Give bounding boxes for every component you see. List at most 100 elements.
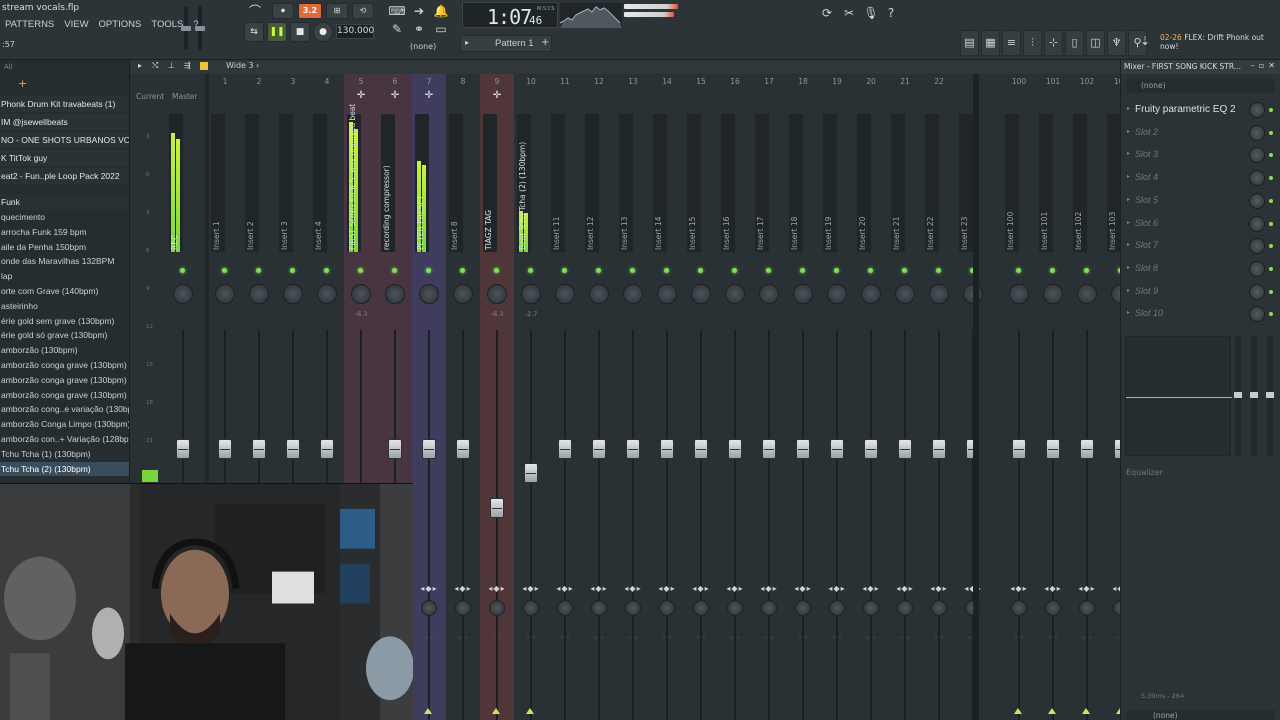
menu-patterns[interactable]: PATTERNS: [0, 17, 59, 33]
browser-file[interactable]: amborzão cong..e variação (130bpm): [0, 402, 129, 417]
browser-folder[interactable]: K TitTok guy: [0, 150, 129, 166]
song-time-display[interactable]: 1:07 M:S:CS 46: [462, 2, 558, 29]
strip-name[interactable]: Beat Tchu Tcha (2) (130bpm): [518, 110, 527, 250]
menu-options[interactable]: OPTIONS: [94, 17, 147, 33]
mixer-strip[interactable]: 103 Insert 103 ◂◆▸ ◦ ◦: [1104, 74, 1120, 720]
strip-enable-led[interactable]: [460, 268, 465, 273]
send-arrow-icon[interactable]: [424, 708, 432, 714]
browser-filter[interactable]: All: [0, 60, 129, 74]
browser-folder[interactable]: eat2 - Fun..ple Loop Pack 2022: [0, 168, 129, 184]
mixer-menu-arrow-icon[interactable]: ▸: [138, 61, 142, 70]
send-arrow-icon[interactable]: [1048, 708, 1056, 714]
effect-slot[interactable]: ▸ Slot 6: [1125, 214, 1277, 234]
strip-stereo-knob[interactable]: [317, 284, 337, 304]
route-dots[interactable]: ◦ ◦: [412, 634, 446, 642]
route-dots[interactable]: ◦ ◦: [1104, 634, 1120, 642]
volume-fader[interactable]: [1012, 439, 1026, 460]
route-dots[interactable]: ◦ ◦: [1002, 634, 1036, 642]
volume-fader[interactable]: [1080, 439, 1094, 460]
strip-name[interactable]: Insert 17: [756, 110, 765, 250]
volume-fader[interactable]: [422, 439, 436, 460]
strip-stereo-knob[interactable]: [173, 284, 193, 304]
strip-name[interactable]: REC: [170, 110, 179, 250]
swap-arrows-icon[interactable]: ◂◆▸: [755, 584, 783, 593]
browser-file[interactable]: amborzão (130bpm): [0, 343, 129, 358]
effect-slot[interactable]: ▸ Slot 3: [1125, 145, 1277, 165]
eq-band-mid[interactable]: [1250, 336, 1258, 456]
mixer-strip[interactable]: 14 Insert 14 ◂◆▸ ◦ ◦: [650, 74, 684, 720]
swap-arrows-icon[interactable]: ◂◆▸: [789, 584, 817, 593]
strip-name[interactable]: Insert 13: [620, 110, 629, 250]
swap-arrows-icon[interactable]: ◂◆▸: [619, 584, 647, 593]
strip-stereo-knob[interactable]: [691, 284, 711, 304]
strip-name[interactable]: Insert 20: [858, 110, 867, 250]
effect-slot[interactable]: ▸ Slot 8: [1125, 259, 1277, 279]
slot-mix-knob[interactable]: [1249, 215, 1265, 232]
pan-knob[interactable]: [1113, 600, 1120, 616]
swap-arrows-icon[interactable]: ◂◆▸: [1039, 584, 1067, 593]
browser-add-icon[interactable]: +: [18, 77, 27, 90]
pattern-selector[interactable]: ▸ Pattern 1 +: [460, 35, 552, 52]
slot-enable-led[interactable]: [1269, 153, 1273, 158]
help-icon[interactable]: ?: [882, 4, 900, 22]
strip-name[interactable]: recording compressor): [382, 110, 391, 250]
volume-fader[interactable]: [626, 439, 640, 460]
browser-file[interactable]: onde das Maravilhas 132BPM: [0, 254, 129, 269]
pan-knob[interactable]: [455, 600, 471, 616]
effect-slot[interactable]: ▸ Slot 10: [1125, 304, 1277, 324]
volume-fader[interactable]: [320, 439, 334, 460]
strip-stereo-knob[interactable]: [759, 284, 779, 304]
route-dots[interactable]: ◦ ◦: [616, 634, 650, 642]
metronome-icon[interactable]: ⌒: [246, 2, 264, 20]
strip-stereo-knob[interactable]: [453, 284, 473, 304]
mixer-strip[interactable]: 11 Insert 11 ◂◆▸ ◦ ◦: [548, 74, 582, 720]
strip-name[interactable]: Insert 21: [892, 110, 901, 250]
strip-name[interactable]: Insert 4: [314, 110, 323, 250]
pan-knob[interactable]: [625, 600, 641, 616]
pan-knob[interactable]: [489, 600, 505, 616]
strip-name[interactable]: Insert 2: [246, 110, 255, 250]
swap-arrows-icon[interactable]: ◂◆▸: [925, 584, 953, 593]
slot-mix-knob[interactable]: [1249, 147, 1265, 164]
route-plus-icon[interactable]: ✛: [412, 90, 446, 101]
news-hint-panel[interactable]: ⇣ 02-26 FLEX: Drift Phonk out now!: [1136, 30, 1278, 56]
slot-arrow-icon[interactable]: ▸: [1127, 264, 1130, 271]
cut-icon[interactable]: ✂: [840, 4, 858, 22]
strip-stereo-knob[interactable]: [555, 284, 575, 304]
pan-knob[interactable]: [591, 600, 607, 616]
strip-stereo-knob[interactable]: [283, 284, 303, 304]
add-pattern-icon[interactable]: +: [541, 37, 549, 48]
pan-knob[interactable]: [659, 600, 675, 616]
slot-arrow-icon[interactable]: ▸: [1127, 241, 1130, 248]
browser-icon[interactable]: ▯: [1065, 30, 1084, 56]
route-dots[interactable]: ◦ ◦: [854, 634, 888, 642]
plugin-picker-icon[interactable]: ⊹: [1044, 30, 1063, 56]
mixer-layout-selector[interactable]: Wide 3: [226, 61, 254, 70]
pin-icon[interactable]: ⊥: [168, 61, 175, 70]
effect-slot[interactable]: ▸ Slot 4: [1125, 168, 1277, 188]
master-pitch-slider[interactable]: [195, 6, 205, 50]
browser-file[interactable]: lap: [0, 269, 129, 284]
volume-fader[interactable]: [176, 439, 190, 460]
mixer-strip[interactable]: 102 Insert 102 ◂◆▸ ◦ ◦: [1070, 74, 1104, 720]
mixer-strip[interactable]: 10 Beat Tchu Tcha (2) (130bpm) -2.7 ◂◆▸ ◦ ◦: [514, 74, 548, 720]
volume-fader[interactable]: [490, 497, 504, 518]
route-dots[interactable]: ◦ ◦: [786, 634, 820, 642]
swap-arrows-icon[interactable]: ◂◆▸: [687, 584, 715, 593]
volume-fader[interactable]: [898, 439, 912, 460]
pan-knob[interactable]: [1045, 600, 1061, 616]
volume-fader[interactable]: [660, 439, 674, 460]
browser-file[interactable]: amborzão conga grave (130bpm) (3): [0, 388, 129, 403]
browser-file[interactable]: arrocha Funk 159 bpm: [0, 225, 129, 240]
strip-stereo-knob[interactable]: [929, 284, 949, 304]
strip-name[interactable]: FIRST SONG KICK S..wav unmixed beat: [348, 104, 357, 250]
strip-stereo-knob[interactable]: [827, 284, 847, 304]
strip-enable-led[interactable]: [562, 268, 567, 273]
route-dots[interactable]: ◦ ◦: [582, 634, 616, 642]
record-button[interactable]: ●: [313, 22, 333, 42]
pan-knob[interactable]: [1079, 600, 1095, 616]
route-dots[interactable]: ◦ ◦: [752, 634, 786, 642]
pan-knob[interactable]: [421, 600, 437, 616]
route-dots[interactable]: ◦ ◦: [820, 634, 854, 642]
route-dots[interactable]: ◦ ◦: [922, 634, 956, 642]
